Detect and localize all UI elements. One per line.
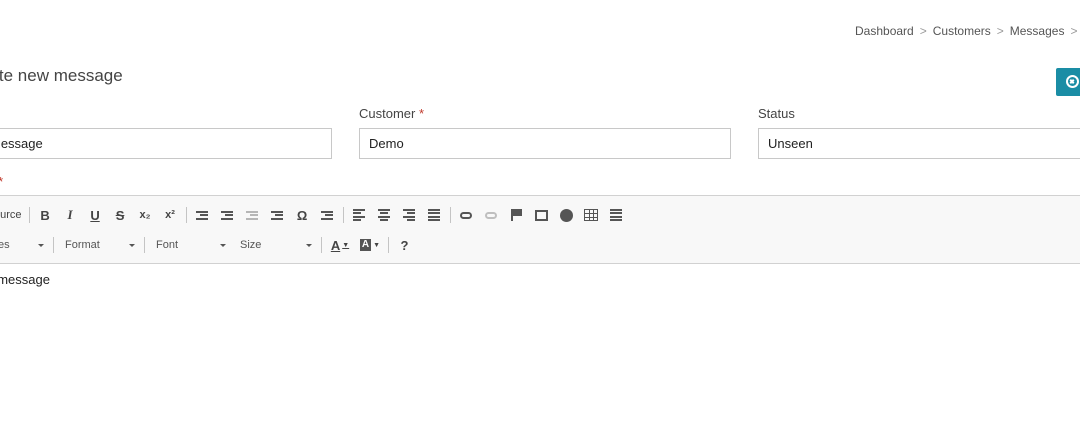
toolbar-row-2: es Format Font Size A ▼ A ▼ ? bbox=[0, 234, 417, 256]
breadcrumb-separator: > bbox=[1070, 24, 1078, 38]
toolbar-separator bbox=[28, 207, 30, 223]
toolbar-separator bbox=[53, 237, 54, 253]
breadcrumb-messages[interactable]: Messages bbox=[1010, 24, 1065, 38]
flash-button[interactable] bbox=[554, 204, 579, 226]
status-select[interactable]: Unseen bbox=[758, 128, 1080, 159]
numbered-list-button[interactable] bbox=[190, 204, 215, 226]
unlink-button[interactable] bbox=[479, 204, 504, 226]
blockquote-button[interactable] bbox=[315, 204, 340, 226]
editor-toolbar: ource B I U S x₂ x² Ω bbox=[0, 196, 1080, 264]
strikethrough-button[interactable]: S bbox=[108, 204, 133, 226]
table-button[interactable] bbox=[579, 204, 604, 226]
indent-button[interactable] bbox=[265, 204, 290, 226]
breadcrumb-separator: > bbox=[996, 24, 1004, 38]
bulleted-list-button[interactable] bbox=[215, 204, 240, 226]
close-button[interactable] bbox=[1056, 68, 1080, 96]
toolbar-row-1: ource B I U S x₂ x² Ω bbox=[0, 204, 629, 226]
required-mark: * bbox=[0, 174, 3, 189]
italic-button[interactable]: I bbox=[58, 204, 83, 226]
toolbar-separator bbox=[388, 237, 389, 253]
styles-combo-label: es bbox=[0, 239, 10, 251]
special-char-button[interactable]: Ω bbox=[290, 204, 315, 226]
anchor-button[interactable] bbox=[504, 204, 529, 226]
text-color-icon: A bbox=[330, 237, 341, 253]
align-right-icon bbox=[403, 207, 416, 223]
size-combo-label: Size bbox=[240, 239, 262, 251]
chevron-down-icon: ▼ bbox=[342, 241, 350, 249]
size-combo[interactable]: Size bbox=[232, 234, 318, 256]
align-left-button[interactable] bbox=[347, 204, 372, 226]
table-icon bbox=[584, 209, 599, 221]
subject-input[interactable]: Message bbox=[0, 128, 332, 159]
source-button[interactable]: ource bbox=[0, 204, 26, 226]
breadcrumb: Dashboard>Customers>Messages>Cr bbox=[855, 24, 1080, 38]
indent-icon bbox=[271, 209, 284, 221]
styles-combo[interactable]: es bbox=[0, 234, 50, 256]
subscript-button[interactable]: x₂ bbox=[133, 204, 158, 226]
customer-label-text: Customer bbox=[359, 106, 416, 121]
status-label: Status bbox=[758, 106, 795, 121]
font-combo[interactable]: Font bbox=[148, 234, 232, 256]
help-button[interactable]: ? bbox=[392, 234, 417, 256]
underline-button[interactable]: U bbox=[83, 204, 108, 226]
chevron-down-icon bbox=[220, 244, 226, 247]
link-icon bbox=[460, 211, 473, 219]
toolbar-separator bbox=[321, 237, 322, 253]
align-left-icon bbox=[353, 207, 366, 223]
rich-text-editor: ource B I U S x₂ x² Ω bbox=[0, 195, 1080, 429]
chevron-down-icon bbox=[306, 244, 312, 247]
chevron-down-icon bbox=[129, 244, 135, 247]
page-title: eate new message bbox=[0, 66, 123, 85]
chevron-down-icon: ▼ bbox=[373, 241, 381, 249]
align-center-icon bbox=[378, 207, 391, 223]
customer-input[interactable]: Demo bbox=[359, 128, 731, 159]
numbered-list-icon bbox=[196, 209, 209, 221]
flash-icon bbox=[559, 208, 573, 222]
text-color-button[interactable]: A ▼ bbox=[325, 234, 355, 256]
chevron-down-icon bbox=[38, 244, 44, 247]
horizontal-rule-button[interactable] bbox=[604, 204, 629, 226]
format-combo-label: Format bbox=[65, 239, 100, 251]
image-button[interactable] bbox=[529, 204, 554, 226]
link-button[interactable] bbox=[454, 204, 479, 226]
close-circle-icon bbox=[1066, 75, 1079, 88]
superscript-button[interactable]: x² bbox=[158, 204, 183, 226]
breadcrumb-separator: > bbox=[919, 24, 927, 38]
outdent-button[interactable] bbox=[240, 204, 265, 226]
align-center-button[interactable] bbox=[372, 204, 397, 226]
unlink-icon bbox=[485, 211, 498, 219]
outdent-icon bbox=[246, 209, 259, 221]
toolbar-separator bbox=[185, 207, 187, 223]
toolbar-separator bbox=[449, 207, 451, 223]
required-mark: * bbox=[418, 106, 425, 121]
bg-color-icon: A bbox=[359, 239, 372, 251]
justify-icon bbox=[428, 207, 441, 223]
message-label: ge * bbox=[0, 174, 3, 189]
breadcrumb-dashboard[interactable]: Dashboard bbox=[855, 24, 914, 38]
bg-color-button[interactable]: A ▼ bbox=[355, 234, 385, 256]
toolbar-separator bbox=[342, 207, 344, 223]
bulleted-list-icon bbox=[221, 209, 234, 221]
editor-content[interactable]: t message bbox=[0, 272, 50, 287]
breadcrumb-customers[interactable]: Customers bbox=[933, 24, 991, 38]
format-combo[interactable]: Format bbox=[57, 234, 141, 256]
blockquote-icon bbox=[321, 209, 334, 221]
justify-button[interactable] bbox=[422, 204, 447, 226]
toolbar-separator bbox=[144, 237, 145, 253]
image-icon bbox=[534, 209, 548, 221]
customer-label: Customer * bbox=[359, 106, 424, 121]
align-right-button[interactable] bbox=[397, 204, 422, 226]
bold-button[interactable]: B bbox=[33, 204, 58, 226]
font-combo-label: Font bbox=[156, 239, 179, 251]
horizontal-rule-icon bbox=[610, 207, 623, 223]
flag-icon bbox=[511, 209, 523, 221]
